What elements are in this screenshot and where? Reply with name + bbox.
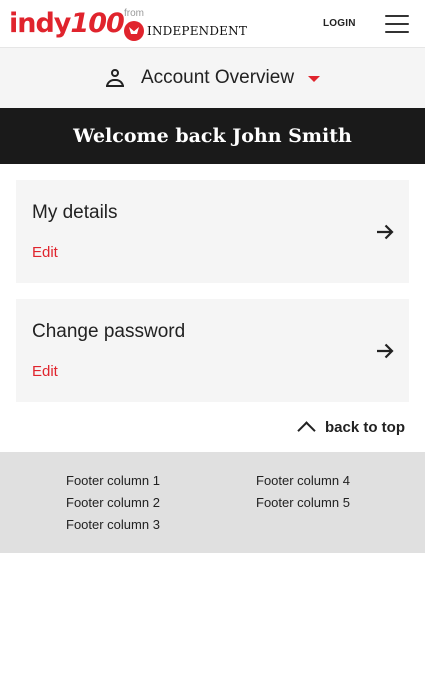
login-link[interactable]: LOGIN (323, 18, 356, 29)
caret-down-icon (308, 76, 321, 82)
footer-link[interactable]: Footer column 3 (66, 514, 160, 536)
menu-bar (385, 31, 409, 33)
menu-bar (385, 15, 409, 17)
back-to-top-label: back to top (324, 418, 405, 436)
person-icon-body (105, 79, 124, 87)
card-title: My details (32, 202, 118, 223)
site-header: indy100 from INDEPENDENT LOGIN (0, 0, 425, 48)
menu-bar (385, 23, 409, 25)
independent-brand: INDEPENDENT (124, 21, 247, 41)
person-icon-head (110, 69, 119, 77)
footer-column-group-left: Footer column 1 Footer column 2 Footer c… (66, 470, 160, 536)
person-icon (105, 68, 125, 88)
partner-brand[interactable]: from INDEPENDENT (124, 8, 247, 41)
account-cards: My details Edit Change password Edit (0, 164, 425, 402)
welcome-message: Welcome back John Smith (73, 125, 352, 147)
chevron-up-icon (297, 420, 316, 440)
change-password-card[interactable]: Change password Edit (16, 299, 409, 402)
change-password-edit-link[interactable]: Edit (32, 363, 58, 380)
footer-link[interactable]: Footer column 4 (256, 470, 350, 492)
account-overview-dropdown[interactable]: Account Overview (0, 48, 425, 108)
independent-wordmark: INDEPENDENT (147, 24, 248, 38)
back-to-top-link[interactable]: back to top (0, 410, 425, 444)
hamburger-menu-icon[interactable] (385, 15, 409, 33)
my-details-edit-link[interactable]: Edit (32, 244, 58, 261)
arrow-right-icon (377, 224, 394, 240)
welcome-banner: Welcome back John Smith (0, 108, 425, 164)
footer-link[interactable]: Footer column 2 (66, 492, 160, 514)
account-overview-title: Account Overview (140, 67, 295, 88)
footer-column-group-right: Footer column 4 Footer column 5 (256, 470, 350, 514)
logo-word: indy (9, 8, 71, 39)
card-title: Change password (32, 321, 186, 342)
footer-link[interactable]: Footer column 5 (256, 492, 350, 514)
my-details-card[interactable]: My details Edit (16, 180, 409, 283)
from-label: from (124, 8, 144, 19)
arrow-right-icon (377, 343, 394, 359)
indy100-logo[interactable]: indy100 (9, 8, 125, 39)
eagle-icon (124, 21, 144, 41)
site-footer: Footer column 1 Footer column 2 Footer c… (0, 452, 425, 553)
logo-number: 100 (70, 8, 124, 39)
footer-link[interactable]: Footer column 1 (66, 470, 160, 492)
